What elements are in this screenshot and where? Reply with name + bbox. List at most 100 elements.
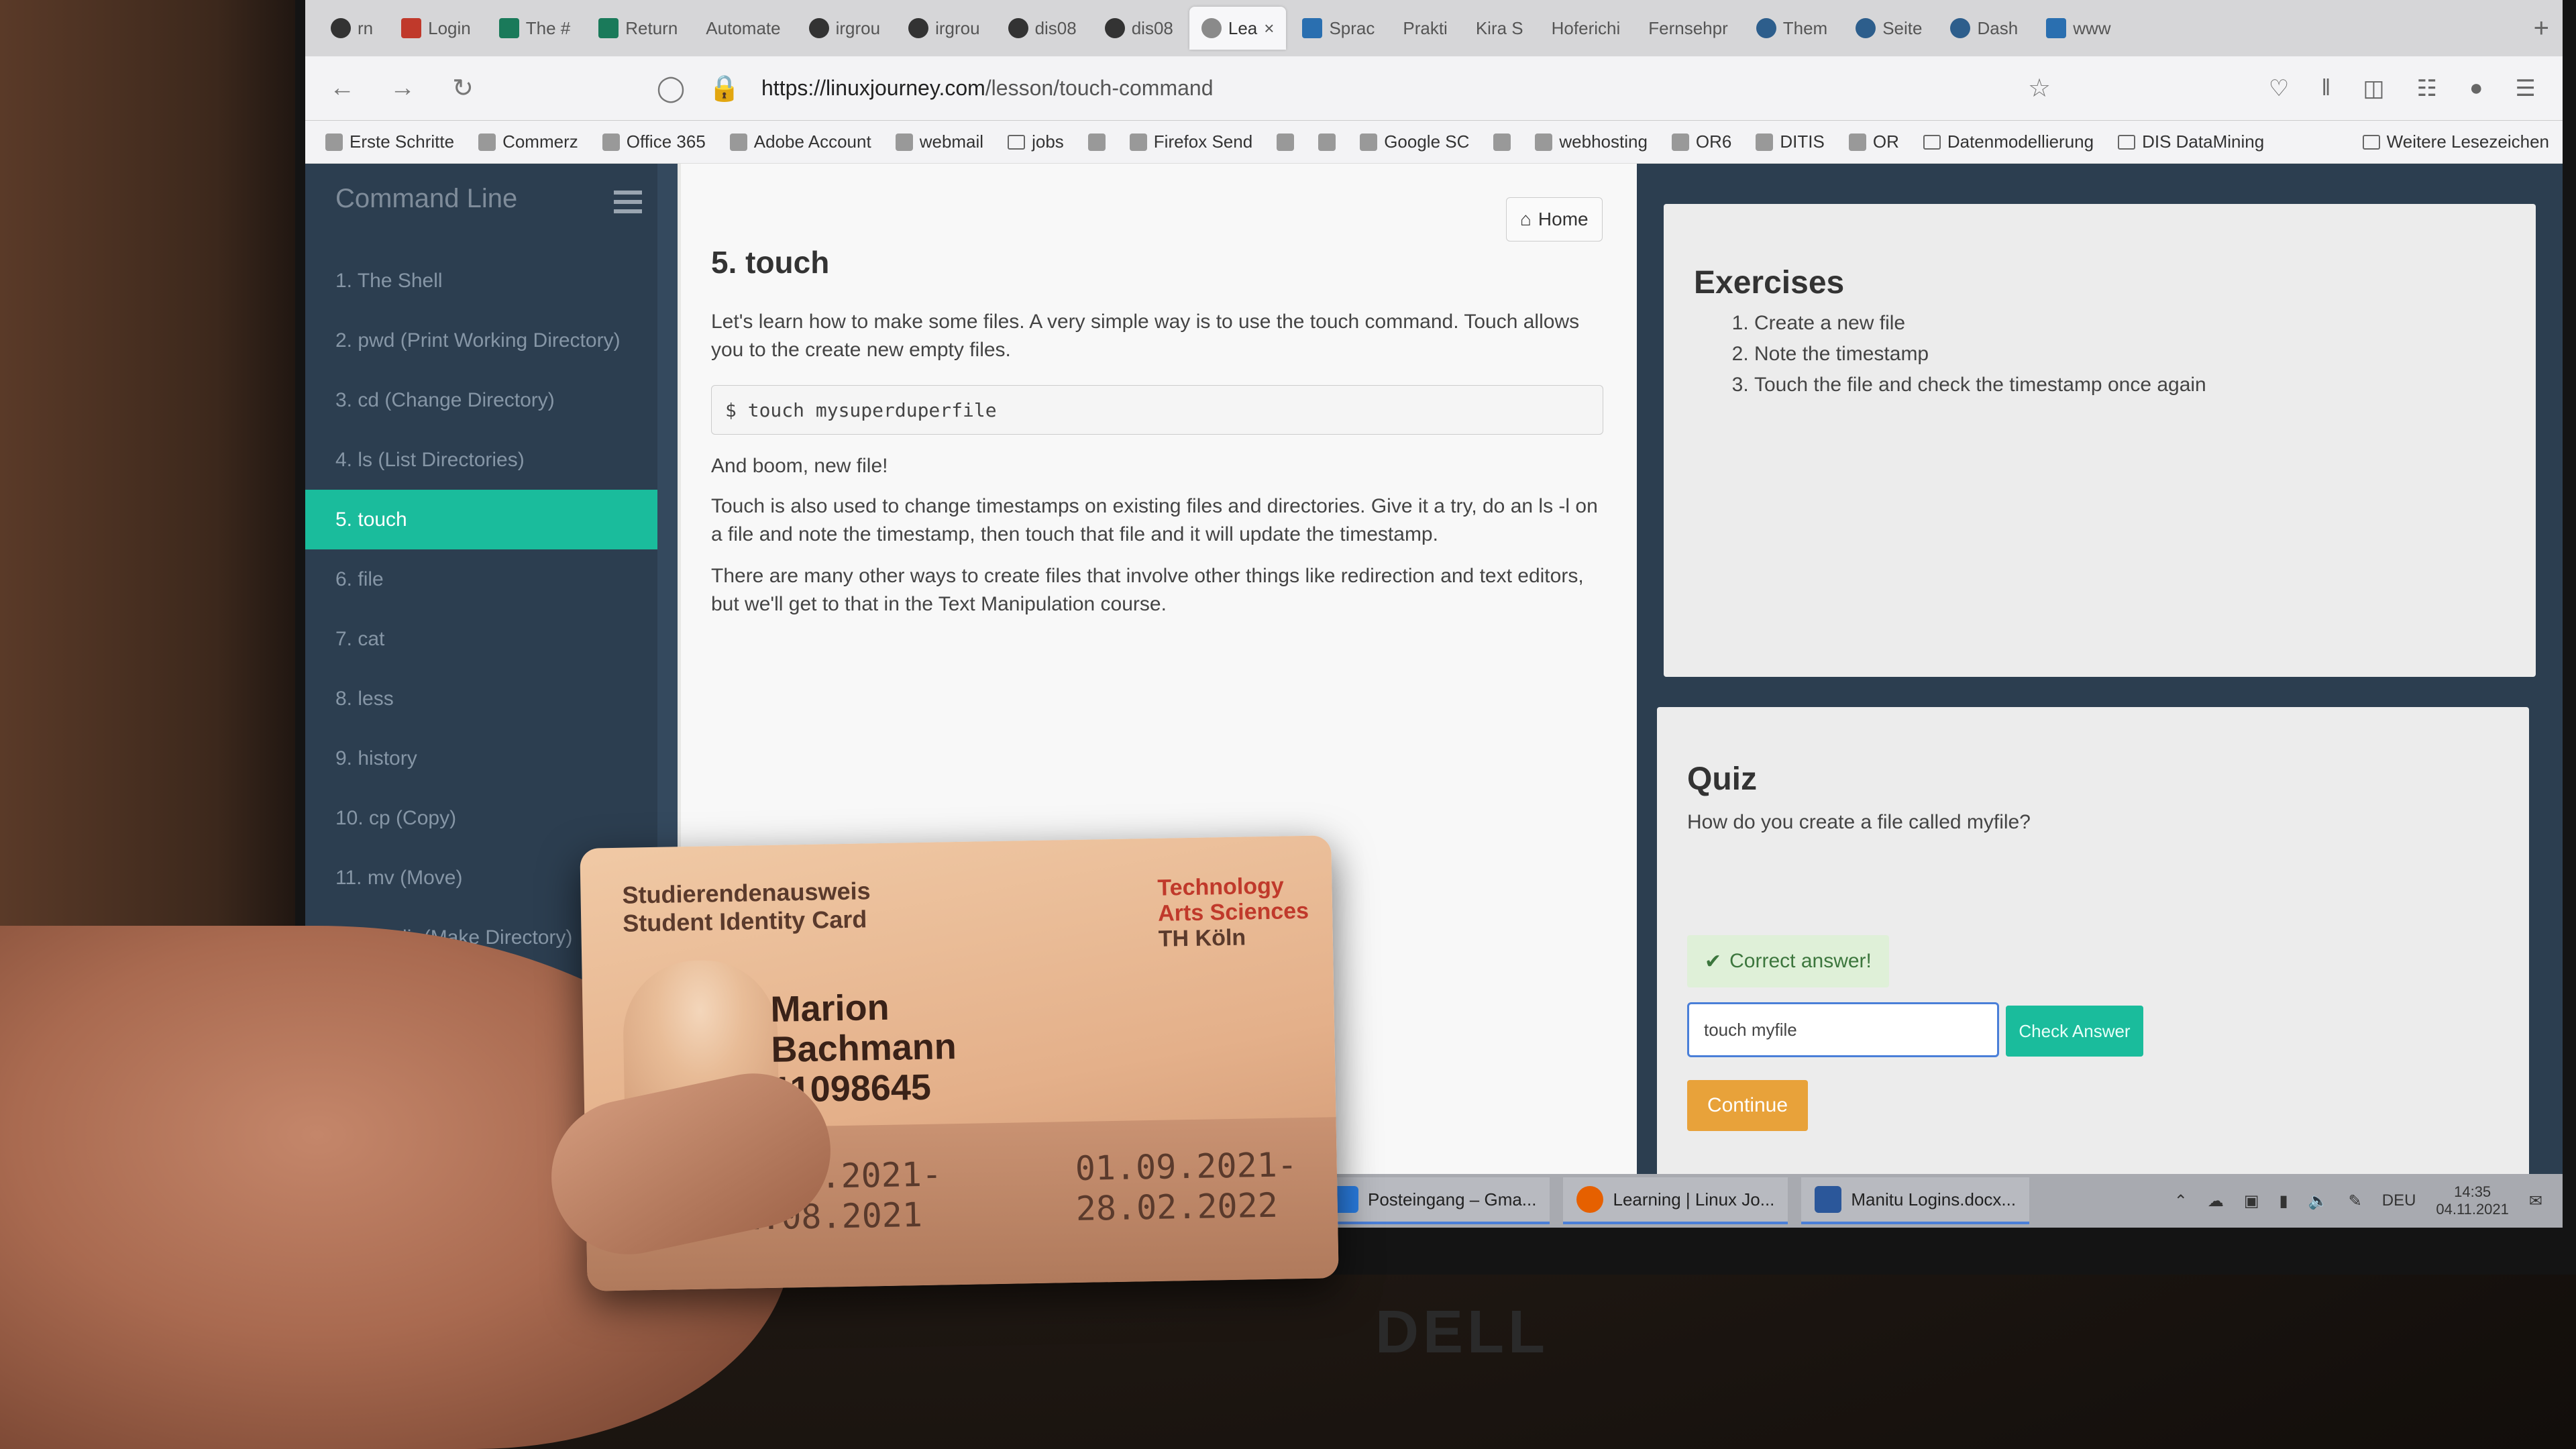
bookmark-item[interactable]: Adobe Account: [729, 131, 871, 152]
tray-chevron-icon[interactable]: ⌃: [2174, 1191, 2188, 1211]
taskbar-app-firefox[interactable]: Learning | Linux Jo...: [1563, 1177, 1788, 1224]
sidebar-item[interactable]: 3. cd (Change Directory): [305, 370, 657, 430]
volume-icon[interactable]: 🔈: [2308, 1191, 2328, 1211]
browser-tab[interactable]: Login: [389, 7, 483, 50]
address-bar[interactable]: ◯ 🔒 https://linuxjourney.com/lesson/touc…: [654, 67, 1996, 110]
bookmark-item[interactable]: DIS DataMining: [2118, 131, 2264, 152]
browser-tab[interactable]: www: [2034, 7, 2123, 50]
bookmark-item[interactable]: [1087, 133, 1106, 151]
browser-tab[interactable]: Hoferichi: [1540, 7, 1633, 50]
bookmark-item[interactable]: OR: [1848, 131, 1899, 152]
sidebar-item[interactable]: 5. touch: [305, 490, 657, 549]
bookmark-item[interactable]: jobs: [1008, 131, 1064, 152]
more-bookmarks[interactable]: Weitere Lesezeichen: [2362, 131, 2563, 152]
browser-tab[interactable]: Kira S: [1464, 7, 1536, 50]
reload-icon[interactable]: ↻: [446, 73, 480, 103]
firefox-icon: [1576, 1186, 1604, 1213]
tab-label: dis08: [1034, 17, 1077, 38]
browser-tab[interactable]: rn: [319, 7, 385, 50]
bookmark-icon: [895, 133, 913, 151]
continue-button[interactable]: Continue: [1687, 1080, 1808, 1131]
sidebar-item[interactable]: 10. cp (Copy): [305, 788, 657, 848]
bookmark-item[interactable]: [1493, 133, 1511, 151]
bookmark-icon: [1848, 133, 1866, 151]
exercise-item: Create a new file: [1754, 308, 2206, 339]
sidebar-item[interactable]: 7. cat: [305, 609, 657, 669]
language-indicator[interactable]: DEU: [2382, 1191, 2416, 1210]
browser-tab[interactable]: The #: [487, 7, 583, 50]
card-title: Studierendenausweis Student Identity Car…: [622, 877, 871, 937]
onedrive-icon[interactable]: ☁: [2208, 1191, 2224, 1211]
browser-tab[interactable]: irgrou: [896, 7, 991, 50]
wordpress-icon: [1950, 18, 1971, 38]
browser-tab[interactable]: Return: [586, 7, 690, 50]
network-icon[interactable]: ▣: [2244, 1191, 2259, 1211]
sidebar-item[interactable]: 1. The Shell: [305, 251, 657, 311]
sidebar-item[interactable]: 4. ls (List Directories): [305, 430, 657, 490]
close-tab-icon[interactable]: ×: [1264, 18, 1274, 39]
browser-tab[interactable]: Automate: [694, 7, 792, 50]
browser-tab[interactable]: Prakti: [1391, 7, 1459, 50]
pocket-icon[interactable]: ♡: [2269, 75, 2289, 102]
bookmark-item[interactable]: Office 365: [602, 131, 706, 152]
sidebar-item[interactable]: 8. less: [305, 669, 657, 729]
clock[interactable]: 14:35 04.11.2021: [2436, 1183, 2508, 1218]
feedback-text: Correct answer!: [1729, 950, 1872, 972]
bookmark-item[interactable]: Datenmodellierung: [1923, 131, 2094, 152]
shield-icon[interactable]: ◯: [654, 73, 688, 103]
card-institution: Technology Arts Sciences TH Köln: [1157, 873, 1309, 952]
hamburger-menu-icon[interactable]: [614, 191, 642, 213]
bookmark-item[interactable]: webmail: [895, 131, 983, 152]
browser-tab[interactable]: Dash: [1938, 7, 2030, 50]
card-inst-line-3: TH Köln: [1158, 924, 1246, 952]
bookmark-item[interactable]: Google SC: [1360, 131, 1469, 152]
bookmark-item[interactable]: Erste Schritte: [325, 131, 454, 152]
answer-input[interactable]: [1687, 1002, 1999, 1057]
bookmark-star-icon[interactable]: ☆: [2023, 73, 2056, 103]
bookmark-item[interactable]: webhosting: [1535, 131, 1648, 152]
home-button[interactable]: ⌂ Home: [1506, 197, 1603, 241]
sidebar-item[interactable]: 2. pwd (Print Working Directory): [305, 311, 657, 370]
sidebar-item[interactable]: 9. history: [305, 729, 657, 788]
library-icon[interactable]: ‖: [2321, 75, 2330, 102]
addon-icon[interactable]: ●: [2469, 75, 2483, 102]
browser-tab[interactable]: Lea ×: [1189, 7, 1287, 50]
browser-tab[interactable]: dis08: [996, 7, 1089, 50]
taskbar-app-word[interactable]: Manitu Logins.docx...: [1801, 1177, 2030, 1224]
browser-tab[interactable]: Fernsehpr: [1636, 7, 1740, 50]
pen-icon[interactable]: ✎: [2349, 1191, 2362, 1211]
browser-tab[interactable]: Them: [1744, 7, 1839, 50]
tab-label: Sprac: [1329, 17, 1375, 38]
bookmark-label: OR6: [1695, 131, 1732, 152]
tab-label: Prakti: [1403, 17, 1448, 38]
bookmark-item[interactable]: [1318, 133, 1336, 151]
github-icon: [1008, 18, 1028, 38]
extensions-icon[interactable]: ☷: [2416, 75, 2436, 102]
browser-tab[interactable]: Sprac: [1290, 7, 1387, 50]
url-text[interactable]: https://linuxjourney.com/lesson/touch-co…: [761, 76, 1214, 101]
forward-icon[interactable]: →: [386, 74, 419, 103]
bookmark-item[interactable]: Commerz: [478, 131, 578, 152]
browser-tab[interactable]: Seite: [1843, 7, 1934, 50]
bookmark-item[interactable]: DITIS: [1756, 131, 1825, 152]
lesson-intro: Let's learn how to make some files. A ve…: [711, 311, 1580, 361]
notification-icon[interactable]: ✉: [2529, 1191, 2542, 1211]
back-icon[interactable]: ←: [325, 74, 359, 103]
login-icon: [401, 18, 422, 38]
taskbar-app-mail[interactable]: Posteingang – Gma...: [1318, 1177, 1550, 1224]
check-answer-button[interactable]: Check Answer: [2006, 1006, 2143, 1057]
bookmark-item[interactable]: OR6: [1671, 131, 1732, 152]
exercise-item: Touch the file and check the timestamp o…: [1754, 370, 2206, 400]
bookmark-item[interactable]: Firefox Send: [1129, 131, 1252, 152]
browser-tab[interactable]: dis08: [1093, 7, 1185, 50]
battery-icon[interactable]: ▮: [2279, 1191, 2288, 1211]
bookmark-item[interactable]: [1277, 133, 1295, 151]
sidebar-item[interactable]: 6. file: [305, 549, 657, 609]
bookmark-label: OR: [1872, 131, 1899, 152]
menu-icon[interactable]: ☰: [2516, 75, 2536, 102]
browser-tab[interactable]: irgrou: [797, 7, 892, 50]
bookmark-icon: [1129, 133, 1147, 151]
new-tab-icon[interactable]: +: [2520, 13, 2563, 44]
bookmark-icon: [1318, 133, 1336, 151]
sidebar-icon[interactable]: ◫: [2363, 75, 2384, 102]
